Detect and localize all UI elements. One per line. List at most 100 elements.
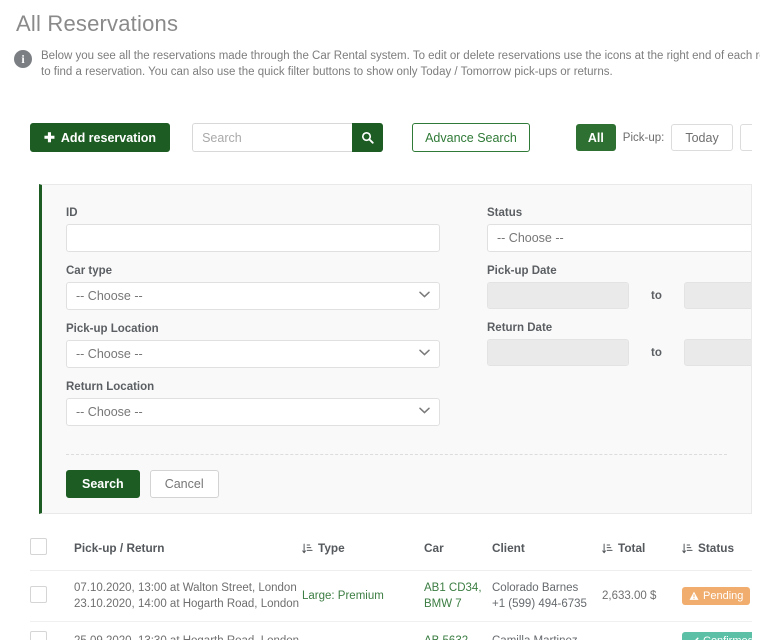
pickup-date-from-input[interactable] — [488, 283, 628, 308]
status-badge: Confirmed — [682, 632, 752, 640]
sort-icon — [302, 543, 313, 554]
advance-search-panel: ID Car type -- Choose -- Pick-up Locatio… — [39, 184, 752, 514]
row-client: Colorado Barnes +1 (599) 494-6735 — [492, 570, 602, 622]
pickup-date-from-box — [487, 282, 629, 309]
row-status: Confirmed — [682, 621, 752, 640]
return-date-label: Return Date — [487, 322, 553, 334]
warning-triangle-icon — [689, 591, 699, 600]
sort-icon — [602, 543, 613, 554]
select-all-header — [30, 532, 74, 571]
return-date-from-box — [487, 339, 629, 366]
row-client-phone: +1 (599) 494-6735 — [492, 598, 587, 610]
field-car-type: Car type -- Choose -- — [66, 265, 464, 310]
return-date-row: to — [487, 339, 751, 366]
table-head: Pick-up / Return Type Car Client Total S… — [30, 532, 752, 571]
row-pickup: 07.10.2020, 13:00 at Walton Street, Lond… — [74, 582, 297, 594]
row-type — [302, 621, 424, 640]
row-car-plate: AB1 CD34, — [424, 582, 482, 594]
row-checkbox[interactable] — [30, 631, 47, 640]
row-checkbox[interactable] — [30, 586, 47, 603]
select-all-checkbox[interactable] — [30, 538, 47, 555]
row-car-model: BMW 7 — [424, 598, 462, 610]
pickup-filter-label: Pick-up: — [622, 131, 665, 144]
pickup-location-label: Pick-up Location — [66, 323, 159, 335]
info-circle-icon: i — [14, 50, 32, 68]
advance-search-left-column: ID Car type -- Choose -- Pick-up Locatio… — [66, 207, 464, 439]
status-select[interactable]: -- Choose -- — [487, 224, 751, 252]
add-reservation-button[interactable]: ✚ Add reservation — [30, 123, 171, 152]
reservations-card: ✚ Add reservation Advance Search All — [8, 90, 752, 640]
info-banner: i Below you see all the reservations mad… — [0, 38, 760, 90]
row-total: 2,633.00 $ — [602, 570, 682, 622]
quick-filter-group: All Pick-up: Today Tomorrow R — [575, 123, 752, 152]
car-type-select[interactable]: -- Choose -- — [66, 282, 440, 310]
return-date-from-input[interactable] — [488, 340, 628, 365]
filter-pickup-tomorrow-button[interactable]: Tomorrow — [739, 124, 752, 151]
field-return-date: Return Date to — [487, 322, 751, 366]
search-submit-button[interactable] — [352, 123, 384, 152]
field-status: Status -- Choose -- — [487, 207, 751, 252]
info-banner-line2: to find a reservation. You can also use … — [41, 66, 613, 78]
field-pickup-location: Pick-up Location -- Choose -- — [66, 323, 464, 368]
row-type-label: Large: Premium — [302, 590, 384, 602]
search-group — [192, 123, 384, 152]
reservations-page: All Reservations i Below you see all the… — [0, 0, 760, 640]
column-status[interactable]: Status — [682, 532, 752, 571]
pickup-date-to-label: to — [651, 289, 662, 302]
return-location-select[interactable]: -- Choose -- — [66, 398, 440, 426]
pickup-date-row: to — [487, 282, 751, 309]
filter-pickup-today-button[interactable]: Today — [671, 124, 733, 151]
pickup-location-select[interactable]: -- Choose -- — [66, 340, 440, 368]
row-car: AB 5632, — [424, 621, 492, 640]
page-title: All Reservations — [16, 11, 179, 36]
table-row[interactable]: 07.10.2020, 13:00 at Walton Street, Lond… — [30, 570, 752, 622]
advance-search-cancel-button[interactable]: Cancel — [149, 470, 219, 498]
column-type-label: Type — [318, 541, 345, 555]
row-car-plate: AB 5632, — [424, 633, 492, 640]
pickup-date-to-box[interactable] — [683, 282, 751, 309]
status-select-wrap: -- Choose -- — [487, 224, 751, 252]
info-banner-text: Below you see all the reservations made … — [41, 48, 760, 80]
column-total-label: Total — [618, 541, 646, 555]
advance-search-right-column: Status -- Choose -- Pick-up Date to Retu… — [464, 207, 751, 439]
row-client-name: Colorado Barnes — [492, 582, 579, 594]
table-row[interactable]: 25.09.2020, 13:30 at Hogarth Road, Londo… — [30, 621, 752, 640]
reservations-table-wrap: Pick-up / Return Type Car Client Total S… — [30, 532, 752, 640]
status-label: Status — [487, 207, 523, 219]
advance-search-button[interactable]: Advance Search — [412, 123, 530, 152]
pickup-date-label: Pick-up Date — [487, 265, 557, 277]
status-badge-label: Confirmed — [703, 635, 752, 640]
row-total — [602, 621, 682, 640]
column-type[interactable]: Type — [302, 532, 424, 571]
content-area: ✚ Add reservation Advance Search All — [8, 90, 752, 640]
toolbar: ✚ Add reservation Advance Search All — [8, 90, 752, 166]
return-location-select-wrap: -- Choose -- — [66, 398, 440, 426]
field-id: ID — [66, 207, 464, 252]
info-banner-line1: Below you see all the reservations made … — [41, 50, 760, 62]
sort-icon — [682, 543, 693, 554]
return-date-to-box[interactable] — [683, 339, 751, 366]
column-status-label: Status — [698, 541, 735, 555]
car-type-label: Car type — [66, 265, 113, 277]
filter-all-button[interactable]: All — [575, 124, 616, 151]
id-input[interactable] — [66, 224, 440, 252]
add-reservation-label: Add reservation — [60, 130, 157, 145]
advance-search-submit-button[interactable]: Search — [66, 470, 140, 498]
status-badge-label: Pending — [703, 590, 744, 602]
id-label: ID — [66, 207, 78, 219]
row-car: AB1 CD34, BMW 7 — [424, 570, 492, 622]
advance-search-actions: Search Cancel — [42, 455, 751, 498]
column-total[interactable]: Total — [602, 532, 682, 571]
return-date-to-label: to — [651, 346, 662, 359]
row-type: Large: Premium — [302, 570, 424, 622]
column-car: Car — [424, 532, 492, 571]
row-pickup-return: 07.10.2020, 13:00 at Walton Street, Lond… — [74, 570, 302, 622]
plus-icon: ✚ — [44, 129, 55, 145]
search-input[interactable] — [192, 123, 353, 152]
search-icon — [362, 131, 374, 144]
table-header-row: Pick-up / Return Type Car Client Total S… — [30, 532, 752, 571]
row-client: Camilla Martinez — [492, 621, 602, 640]
column-pickup-return: Pick-up / Return — [74, 532, 302, 571]
row-pickup-return: 25.09.2020, 13:30 at Hogarth Road, Londo… — [74, 621, 302, 640]
return-location-label: Return Location — [66, 381, 155, 393]
